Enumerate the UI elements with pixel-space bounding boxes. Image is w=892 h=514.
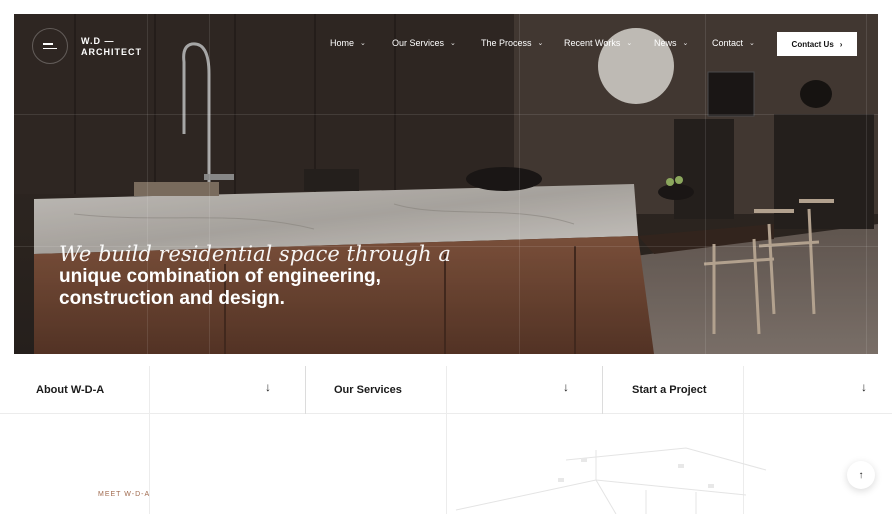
hero-section: W.D — ARCHITECT Home ⌄ Our Services ⌄ Th… [14,14,878,354]
contact-us-label: Contact Us [791,39,834,49]
section-link-services[interactable]: Our Services [334,366,584,414]
divider [305,366,306,414]
brand-line-1: W.D — [81,36,115,46]
contact-us-button[interactable]: Contact Us › [777,32,857,56]
back-to-top-button[interactable]: ↑ [847,461,875,489]
nav-item-news[interactable]: News ⌄ [654,38,712,48]
divider [149,414,150,514]
chevron-down-icon: ⌄ [682,40,689,47]
arrow-down-icon[interactable]: ↓ [563,380,569,394]
grid-line [14,114,878,115]
meet-section-label: MEET W-D-A [98,491,151,498]
nav-label: News [654,38,677,48]
nav-label: The Process [481,38,532,48]
brand-logo[interactable]: W.D — ARCHITECT [81,36,142,58]
page: W.D — ARCHITECT Home ⌄ Our Services ⌄ Th… [0,0,892,514]
section-links-bar: About W-D-A ↓ Our Services ↓ Start a Pro… [0,366,892,414]
menu-icon [43,40,57,52]
menu-toggle-button[interactable] [32,28,68,64]
section-link-start-project[interactable]: Start a Project [632,366,852,414]
brand-line-2: ARCHITECT [81,47,142,57]
headline-bold-line-2: construction and design. [59,288,285,309]
arrow-down-icon[interactable]: ↓ [861,380,867,394]
nav-item-contact[interactable]: Contact ⌄ [712,38,772,48]
nav-label: Home [330,38,355,48]
divider [602,366,603,414]
hero-headline: We build residential space through a uni… [59,242,451,310]
arrow-down-icon[interactable]: ↓ [265,380,271,394]
section-label: Start a Project [632,384,707,396]
section-label: About W-D-A [36,384,105,396]
grid-line [866,14,867,354]
arrow-up-icon: ↑ [858,469,864,481]
nav-label: Our Services [392,38,445,48]
nav-item-recent-works[interactable]: Recent Works ⌄ [564,38,654,48]
main-nav: Home ⌄ Our Services ⌄ The Process ⌄ Rece… [330,38,772,48]
nav-label: Contact [712,38,744,48]
chevron-down-icon: ⌄ [450,40,456,47]
chevron-down-icon: ⌄ [626,40,633,47]
chevron-down-icon: ⌄ [537,40,544,47]
section-label: Our Services [334,384,402,396]
grid-line [519,14,520,354]
section-link-about[interactable]: About W-D-A [36,366,286,414]
nav-item-our-services[interactable]: Our Services ⌄ [392,38,481,48]
nav-label: Recent Works [564,38,621,48]
grid-line [705,14,706,354]
nav-item-home[interactable]: Home ⌄ [330,38,392,48]
headline-italic: We build residential space through a [59,242,451,266]
chevron-down-icon: ⌄ [749,40,755,47]
nav-item-the-process[interactable]: The Process ⌄ [481,38,564,48]
chevron-down-icon: ⌄ [360,40,366,47]
chevron-right-icon: › [839,39,843,49]
headline-bold-line-1: unique combination of engineering, [59,266,381,287]
architecture-sketch-image [455,447,767,514]
